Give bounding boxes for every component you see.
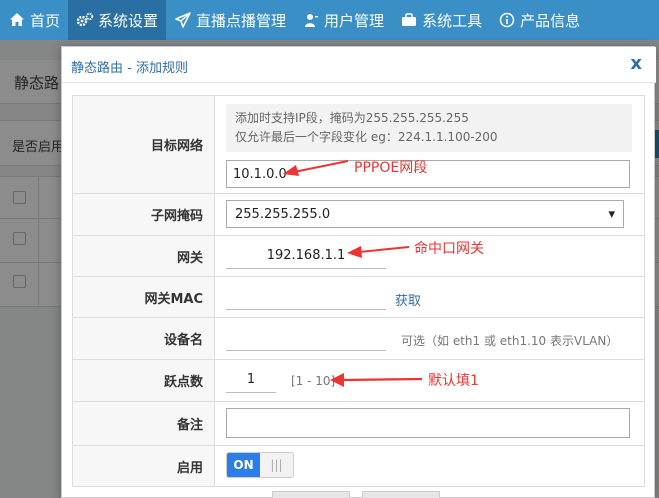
subnet-mask-select[interactable]: 255.255.255.0 ▾ [226, 200, 624, 228]
nav-item-label: 直播点播管理 [196, 11, 287, 30]
annotation-arrow [283, 160, 349, 176]
nav-item-label: 系统设置 [98, 11, 159, 30]
form-row-target-network: 目标网络 添加时支持IP段，掩码为255.255.255.255 仅允许最后一个… [73, 96, 644, 193]
annotation-pppoe: PPPOE网段 [354, 160, 428, 176]
info-icon [498, 11, 516, 29]
nav-item-label: 系统工具 [422, 11, 483, 30]
top-nav: 首页 系统设置 直播点播管理 用户管理 系统工具 产品信息 [0, 0, 659, 40]
device-name-hint: 可选（如 eth1 或 eth1.10 表示VLAN） [401, 334, 619, 348]
home-icon [8, 11, 26, 29]
subnet-mask-value: 255.255.255.0 [235, 206, 331, 222]
annotation-gateway: 命中口网关 [414, 241, 484, 257]
annotation-arrow [330, 373, 423, 387]
save-button[interactable] [272, 491, 350, 498]
hint-line: 仅允许最后一个字段变化 eg：224.1.1.100-200 [235, 130, 498, 144]
form-row-remark: 备注 [73, 401, 644, 445]
toggle-grip-icon: ||| [270, 458, 283, 472]
cancel-button[interactable] [362, 491, 440, 498]
form-row-subnet-mask: 子网掩码 255.255.255.0 ▾ [73, 193, 644, 235]
nav-item-live-vod[interactable]: 直播点播管理 [166, 0, 294, 40]
nav-item-label: 首页 [30, 11, 61, 30]
user-icon [302, 11, 320, 29]
nav-item-system-tools[interactable]: 系统工具 [392, 0, 490, 40]
paper-plane-icon [174, 11, 192, 29]
nav-item-label: 用户管理 [324, 11, 385, 30]
gateway-mac-input[interactable] [226, 284, 386, 310]
form-row-device-name: 设备名 可选（如 eth1 或 eth1.10 表示VLAN） [73, 317, 644, 359]
dialog-title: 静态路由 - 添加规则 [71, 61, 188, 76]
close-icon[interactable]: x [630, 53, 642, 74]
field-label: 子网掩码 [73, 194, 215, 235]
add-static-route-dialog: 静态路由 - 添加规则 x 目标网络 添加时支持IP段，掩码为255.255.2… [61, 46, 656, 498]
briefcase-icon [400, 11, 418, 29]
annotation-default: 默认填1 [428, 373, 479, 389]
device-name-input[interactable] [226, 325, 386, 351]
chevron-down-icon: ▾ [608, 206, 615, 222]
field-label: 备注 [73, 402, 215, 445]
form-row-enable: 启用 ON ||| [73, 445, 644, 486]
field-label: 跃点数 [73, 360, 215, 401]
nav-item-user-management[interactable]: 用户管理 [294, 0, 392, 40]
gears-icon [76, 11, 94, 29]
target-network-hint: 添加时支持IP段，掩码为255.255.255.255 仅允许最后一个字段变化 … [226, 104, 632, 152]
route-form: 目标网络 添加时支持IP段，掩码为255.255.255.255 仅允许最后一个… [72, 95, 645, 487]
annotation-arrow [347, 246, 410, 258]
field-label: 启用 [73, 446, 215, 486]
nav-item-label: 产品信息 [520, 11, 581, 30]
nav-item-home[interactable]: 首页 [0, 0, 68, 40]
field-label: 网关MAC [73, 277, 215, 317]
dialog-header: 静态路由 - 添加规则 x [62, 47, 656, 83]
enable-toggle[interactable]: ON ||| [226, 452, 294, 478]
field-label: 网关 [73, 236, 215, 276]
nav-item-system-settings[interactable]: 系统设置 [68, 0, 167, 40]
remark-input[interactable] [226, 408, 630, 438]
fetch-mac-link[interactable]: 获取 [395, 290, 421, 309]
field-label: 目标网络 [73, 96, 215, 193]
form-row-gateway-mac: 网关MAC 获取 [73, 276, 644, 317]
hop-count-input[interactable]: 1 [226, 367, 276, 393]
hint-line: 添加时支持IP段，掩码为255.255.255.255 [235, 111, 469, 125]
field-label: 设备名 [73, 318, 215, 359]
toggle-on-label: ON [227, 453, 260, 477]
nav-item-product-info[interactable]: 产品信息 [490, 0, 588, 40]
